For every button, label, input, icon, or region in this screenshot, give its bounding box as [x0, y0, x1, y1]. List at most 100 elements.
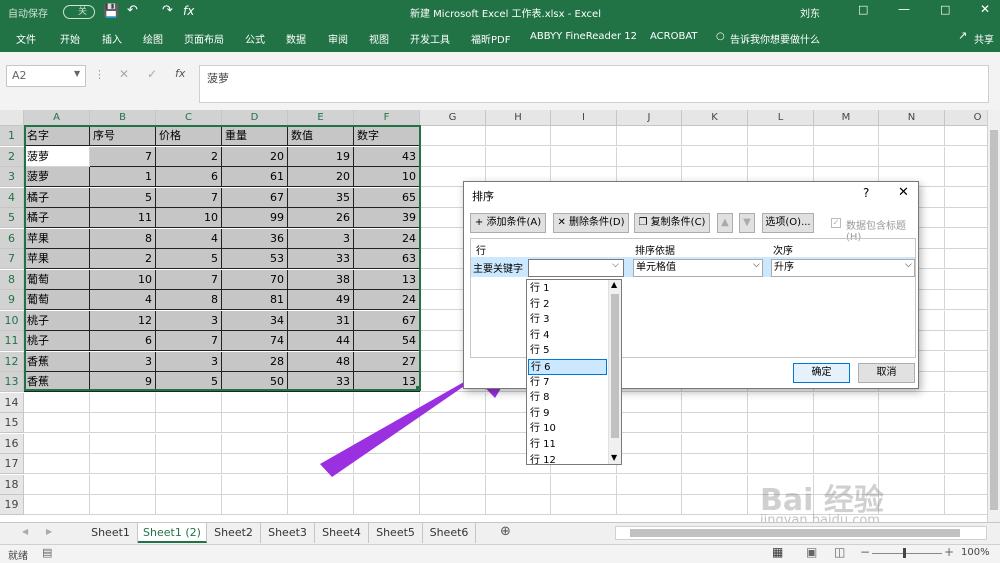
column-header-l[interactable]: L — [748, 110, 814, 126]
sort-on-chevron-icon[interactable]: ⌵ — [753, 260, 760, 270]
cell-c13[interactable]: 5 — [156, 372, 222, 392]
row-header-8[interactable]: 8 — [0, 269, 24, 290]
column-header-k[interactable]: K — [682, 110, 748, 126]
sheet-tab[interactable]: Sheet2 — [207, 523, 261, 543]
sort-by-chevron-icon[interactable]: ⌵ — [612, 260, 619, 270]
empty-cell[interactable] — [682, 495, 748, 515]
share-button[interactable]: 共享 — [974, 31, 994, 46]
empty-cell[interactable] — [617, 392, 682, 413]
cell-b6[interactable]: 8 — [90, 228, 156, 249]
tab-data[interactable]: 数据 — [286, 31, 306, 46]
cell-c8[interactable]: 7 — [156, 269, 222, 290]
cell-d3[interactable]: 61 — [222, 167, 288, 187]
empty-cell[interactable] — [814, 454, 879, 474]
cell-d1[interactable]: 重量 — [222, 126, 288, 146]
cell-a7[interactable]: 苹果 — [24, 249, 90, 269]
zoom-slider[interactable] — [872, 553, 942, 554]
tab-developer[interactable]: 开发工具 — [410, 31, 450, 46]
column-header-d[interactable]: D — [222, 110, 288, 126]
cell-f6[interactable]: 24 — [354, 228, 420, 249]
tab-draw[interactable]: 绘图 — [143, 31, 163, 46]
cell-b10[interactable]: 12 — [90, 310, 156, 331]
cell-d10[interactable]: 34 — [222, 310, 288, 331]
cell-c3[interactable]: 6 — [156, 167, 222, 187]
empty-cell[interactable] — [945, 188, 990, 208]
cell-f3[interactable]: 10 — [354, 167, 420, 187]
sheet-tab[interactable]: Sheet6 — [423, 523, 476, 543]
cell-b8[interactable]: 10 — [90, 269, 156, 290]
cell-d6[interactable]: 36 — [222, 228, 288, 249]
cell-a12[interactable]: 香蕉 — [24, 351, 90, 372]
empty-cell[interactable] — [945, 229, 990, 249]
cell-a6[interactable]: 苹果 — [24, 228, 90, 249]
column-header-o[interactable]: O — [945, 110, 990, 126]
insert-function-icon[interactable]: fx — [175, 67, 185, 80]
column-header-c[interactable]: C — [156, 110, 222, 126]
vertical-scrollbar[interactable] — [987, 110, 1000, 522]
empty-cell[interactable] — [945, 413, 990, 433]
dropdown-item[interactable]: 行 2 — [528, 297, 608, 313]
column-header-e[interactable]: E — [288, 110, 354, 126]
column-header-n[interactable]: N — [879, 110, 945, 126]
empty-cell[interactable] — [551, 146, 617, 167]
ribbon-display-icon[interactable]: □ — [858, 3, 868, 16]
cell-b13[interactable]: 9 — [90, 372, 156, 392]
dropdown-item[interactable]: 行 12 — [528, 453, 608, 469]
cell-e3[interactable]: 20 — [288, 167, 354, 187]
empty-cell[interactable] — [945, 372, 990, 392]
empty-cell[interactable] — [945, 311, 990, 331]
empty-cell[interactable] — [879, 495, 945, 515]
vertical-scroll-thumb[interactable] — [990, 130, 998, 510]
cell-f7[interactable]: 63 — [354, 249, 420, 269]
empty-cell[interactable] — [156, 413, 222, 433]
page-break-view-icon[interactable]: ◫ — [834, 545, 845, 559]
dropdown-scroll-thumb[interactable] — [611, 294, 619, 438]
cell-d4[interactable]: 67 — [222, 187, 288, 208]
empty-cell[interactable] — [420, 146, 486, 167]
cell-d8[interactable]: 70 — [222, 269, 288, 290]
cell-c11[interactable]: 7 — [156, 331, 222, 351]
zoom-slider-thumb[interactable] — [903, 548, 906, 558]
empty-cell[interactable] — [24, 413, 90, 433]
cell-e5[interactable]: 26 — [288, 208, 354, 228]
empty-cell[interactable] — [24, 454, 90, 474]
cell-b1[interactable]: 序号 — [90, 126, 156, 146]
next-sheet-icon[interactable]: ▶ — [46, 527, 52, 536]
empty-cell[interactable] — [879, 126, 945, 146]
column-header-a[interactable]: A — [24, 110, 90, 126]
empty-cell[interactable] — [814, 433, 879, 454]
row-header-18[interactable]: 18 — [0, 474, 24, 495]
cell-b7[interactable]: 2 — [90, 249, 156, 269]
dropdown-scrollbar[interactable]: ▲ ▼ — [608, 280, 621, 464]
empty-cell[interactable] — [814, 146, 879, 167]
empty-cell[interactable] — [945, 495, 990, 515]
empty-cell[interactable] — [945, 147, 990, 167]
empty-cell[interactable] — [354, 495, 420, 515]
row-header-15[interactable]: 15 — [0, 413, 24, 433]
empty-cell[interactable] — [156, 433, 222, 454]
sheet-tab[interactable]: Sheet5 — [369, 523, 423, 543]
cell-d12[interactable]: 28 — [222, 351, 288, 372]
cell-c10[interactable]: 3 — [156, 310, 222, 331]
empty-cell[interactable] — [945, 475, 990, 495]
empty-cell[interactable] — [617, 146, 682, 167]
tab-acrobat[interactable]: ACROBAT — [650, 31, 698, 42]
cell-d13[interactable]: 50 — [222, 372, 288, 392]
empty-cell[interactable] — [420, 126, 486, 146]
page-layout-view-icon[interactable]: ▣ — [806, 545, 817, 559]
tab-abbyy[interactable]: ABBYY FineReader 12 — [530, 31, 637, 42]
cell-a11[interactable]: 桃子 — [24, 331, 90, 351]
empty-cell[interactable] — [222, 433, 288, 454]
cell-d9[interactable]: 81 — [222, 290, 288, 310]
row-header-2[interactable]: 2 — [0, 146, 24, 167]
empty-cell[interactable] — [945, 249, 990, 269]
options-button[interactable]: 选项(O)... — [762, 213, 814, 233]
cell-c5[interactable]: 10 — [156, 208, 222, 228]
tab-foxit-pdf[interactable]: 福昕PDF — [471, 31, 510, 46]
cell-d11[interactable]: 74 — [222, 331, 288, 351]
row-header-12[interactable]: 12 — [0, 351, 24, 372]
row-header-13[interactable]: 13 — [0, 372, 24, 392]
cell-c2[interactable]: 2 — [156, 146, 222, 167]
cell-b3[interactable]: 1 — [90, 167, 156, 187]
empty-cell[interactable] — [945, 454, 990, 474]
